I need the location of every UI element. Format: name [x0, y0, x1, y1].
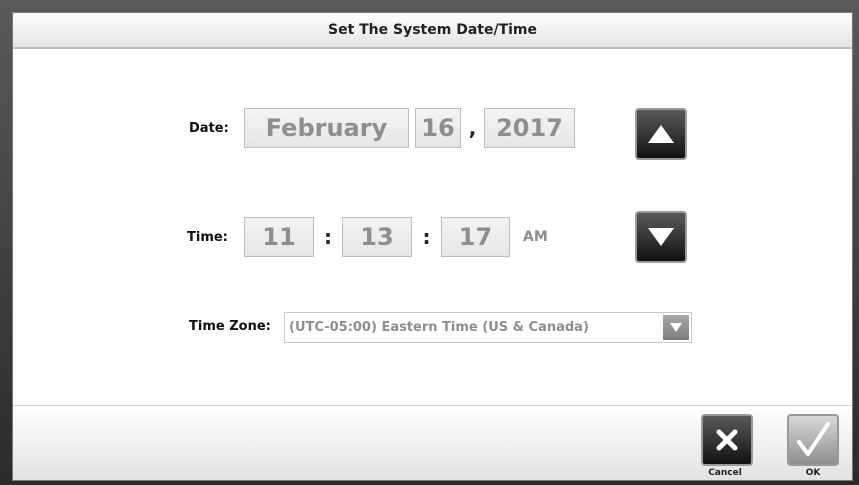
time-row: Time: 11 : 13 : 17 AM	[187, 217, 548, 257]
date-separator: ,	[468, 116, 477, 140]
time-separator: :	[324, 225, 332, 249]
increment-button[interactable]	[635, 108, 687, 160]
ok-label: OK	[805, 468, 821, 478]
cancel-button[interactable]	[701, 414, 753, 466]
time-label: Time:	[187, 229, 228, 245]
day-field[interactable]: 16	[415, 108, 461, 148]
minute-field[interactable]: 13	[342, 217, 412, 257]
month-field[interactable]: February	[244, 108, 409, 148]
screen-frame: Set The System Date/Time Date: February …	[0, 0, 859, 485]
triangle-down-icon	[648, 228, 674, 246]
datetime-dialog: Set The System Date/Time Date: February …	[12, 12, 853, 481]
meridiem-toggle[interactable]: AM	[523, 229, 548, 245]
timezone-label: Time Zone:	[189, 319, 271, 334]
x-icon	[716, 429, 738, 451]
time-separator: :	[422, 225, 431, 249]
cancel-label: Cancel	[708, 468, 742, 478]
decrement-button[interactable]	[635, 211, 687, 263]
ok-button[interactable]	[787, 414, 839, 466]
timezone-select[interactable]: (UTC-05:00) Eastern Time (US & Canada)	[284, 312, 692, 343]
year-field[interactable]: 2017	[484, 108, 575, 148]
date-row: Date: February 16 , 2017	[189, 108, 575, 148]
dialog-title: Set The System Date/Time	[13, 13, 852, 49]
chevron-down-icon[interactable]	[663, 315, 689, 340]
checkmark-icon	[797, 422, 830, 456]
dialog-footer: Cancel OK	[13, 405, 852, 480]
hour-field[interactable]: 11	[244, 217, 314, 257]
date-label: Date:	[189, 120, 229, 136]
second-field[interactable]: 17	[441, 217, 510, 257]
timezone-value: (UTC-05:00) Eastern Time (US & Canada)	[289, 320, 589, 335]
triangle-up-icon	[648, 125, 674, 143]
